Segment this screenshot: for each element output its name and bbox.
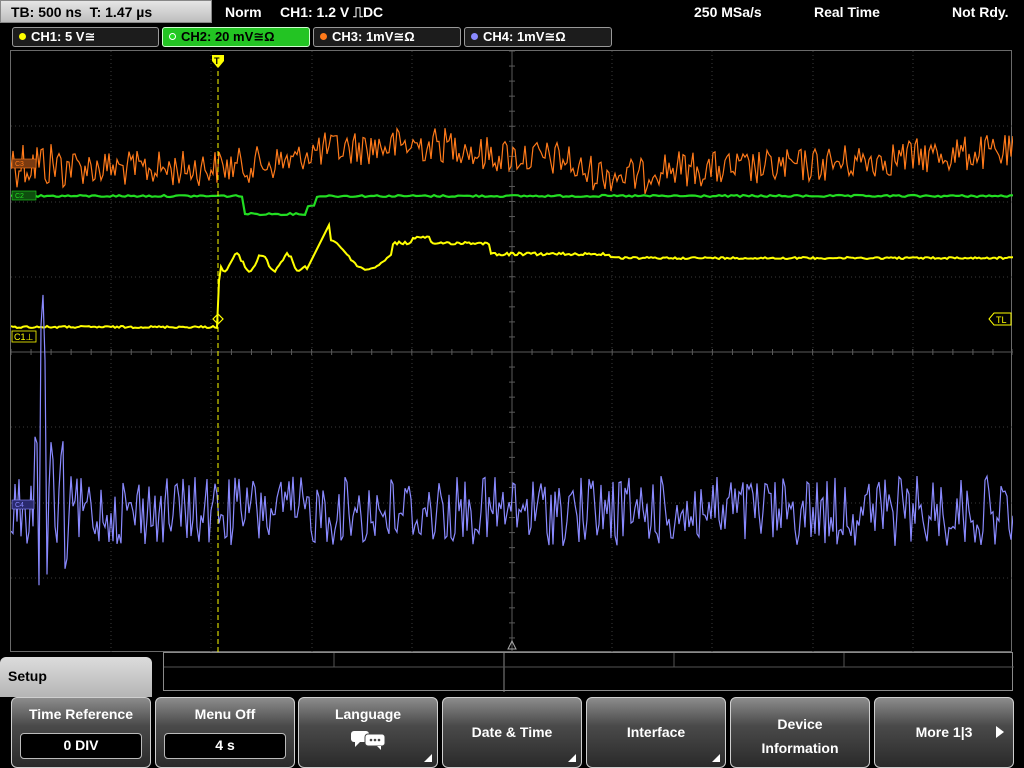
ch3-marker-text: C3 [15,161,24,168]
ch2-label: CH2: 20 mV≅Ω [181,29,275,44]
device-information-softkey[interactable]: Device Information [730,697,870,768]
menu-title: Setup [8,668,47,684]
ch3-offset-marker[interactable]: C3 [11,158,37,169]
language-softkey[interactable]: Language [298,697,438,768]
trigger-level-marker[interactable]: TL [988,312,1012,326]
ch2-offset-marker[interactable]: C2 [11,190,37,201]
more-label: More 1|3 [915,724,973,740]
speech-bubble-icon [351,731,386,750]
waveform-display[interactable]: T C3 C2 C1⊥ C4 TL [10,50,1013,653]
ch4-color-dot [471,33,478,41]
time-reference-value: 0 DIV [20,733,142,759]
waveform-canvas: T C3 C2 C1⊥ C4 TL [11,51,1013,653]
menu-off-label: Menu Off [194,706,256,722]
submenu-corner-icon [712,754,720,762]
menu-off-value: 4 s [164,733,286,759]
channel-tab-ch4[interactable]: CH4: 1mV≅Ω [464,27,612,47]
svg-text:T: T [214,56,220,66]
ch4-label: CH4: 1mV≅Ω [483,29,566,44]
ready-state: Not Rdy. [952,4,1009,20]
interface-softkey[interactable]: Interface [586,697,726,768]
timebase-readout[interactable]: TB: 500 ns T: 1.47 µs [0,0,212,23]
ch4-offset-marker[interactable]: C4 [11,499,35,510]
device-information-label: Device Information [731,712,869,760]
trigger-source: CH1: 1.2 V ⎍DC [280,4,384,20]
more-softkey[interactable]: More 1|3 [874,697,1014,768]
channel-tab-ch2[interactable]: CH2: 20 mV≅Ω [162,27,310,47]
ch1-color-dot [19,33,26,41]
arrow-right-icon [996,726,1004,738]
status-bar: TB: 500 ns T: 1.47 µs Norm CH1: 1.2 V ⎍D… [0,0,1024,24]
device-label-line1: Device [777,716,823,732]
timebase-value: TB: 500 ns [11,4,82,20]
ch3-label: CH3: 1mV≅Ω [332,29,415,44]
trigger-level-label: TL [996,315,1007,325]
time-reference-label: Time Reference [28,706,133,722]
ch1-offset-marker[interactable]: C1⊥ [11,330,37,343]
graticule [11,51,1013,653]
ch3-color-dot [320,33,327,41]
ch2-color-dot [169,33,176,41]
sample-rate: 250 MSa/s [694,4,762,20]
submenu-corner-icon [424,754,432,762]
channel-tab-ch3[interactable]: CH3: 1mV≅Ω [313,27,461,47]
date-time-softkey[interactable]: Date & Time [442,697,582,768]
ch1-label: CH1: 5 V≅ [31,29,96,44]
language-label: Language [334,706,402,722]
interface-label: Interface [626,724,686,740]
acquisition-mode: Real Time [814,4,880,20]
device-label-line2: Information [761,740,839,756]
submenu-corner-icon [568,754,576,762]
ch2-marker-text: C2 [15,193,24,200]
timeline-ticks [164,653,1014,692]
channel-tab-ch1[interactable]: CH1: 5 V≅ [12,27,159,47]
time-reference-softkey[interactable]: Time Reference 0 DIV [11,697,151,768]
ch4-marker-text: C4 [15,502,24,509]
timeline-strip [163,652,1014,692]
trigger-time-value: T: 1.47 µs [89,4,153,20]
date-time-label: Date & Time [471,724,553,740]
menu-off-softkey[interactable]: Menu Off 4 s [155,697,295,768]
trigger-mode: Norm [225,4,262,20]
trigger-position-marker[interactable]: T [212,55,224,67]
ch1-marker-text: C1⊥ [14,332,34,342]
menu-title-tab: Setup [0,657,152,697]
